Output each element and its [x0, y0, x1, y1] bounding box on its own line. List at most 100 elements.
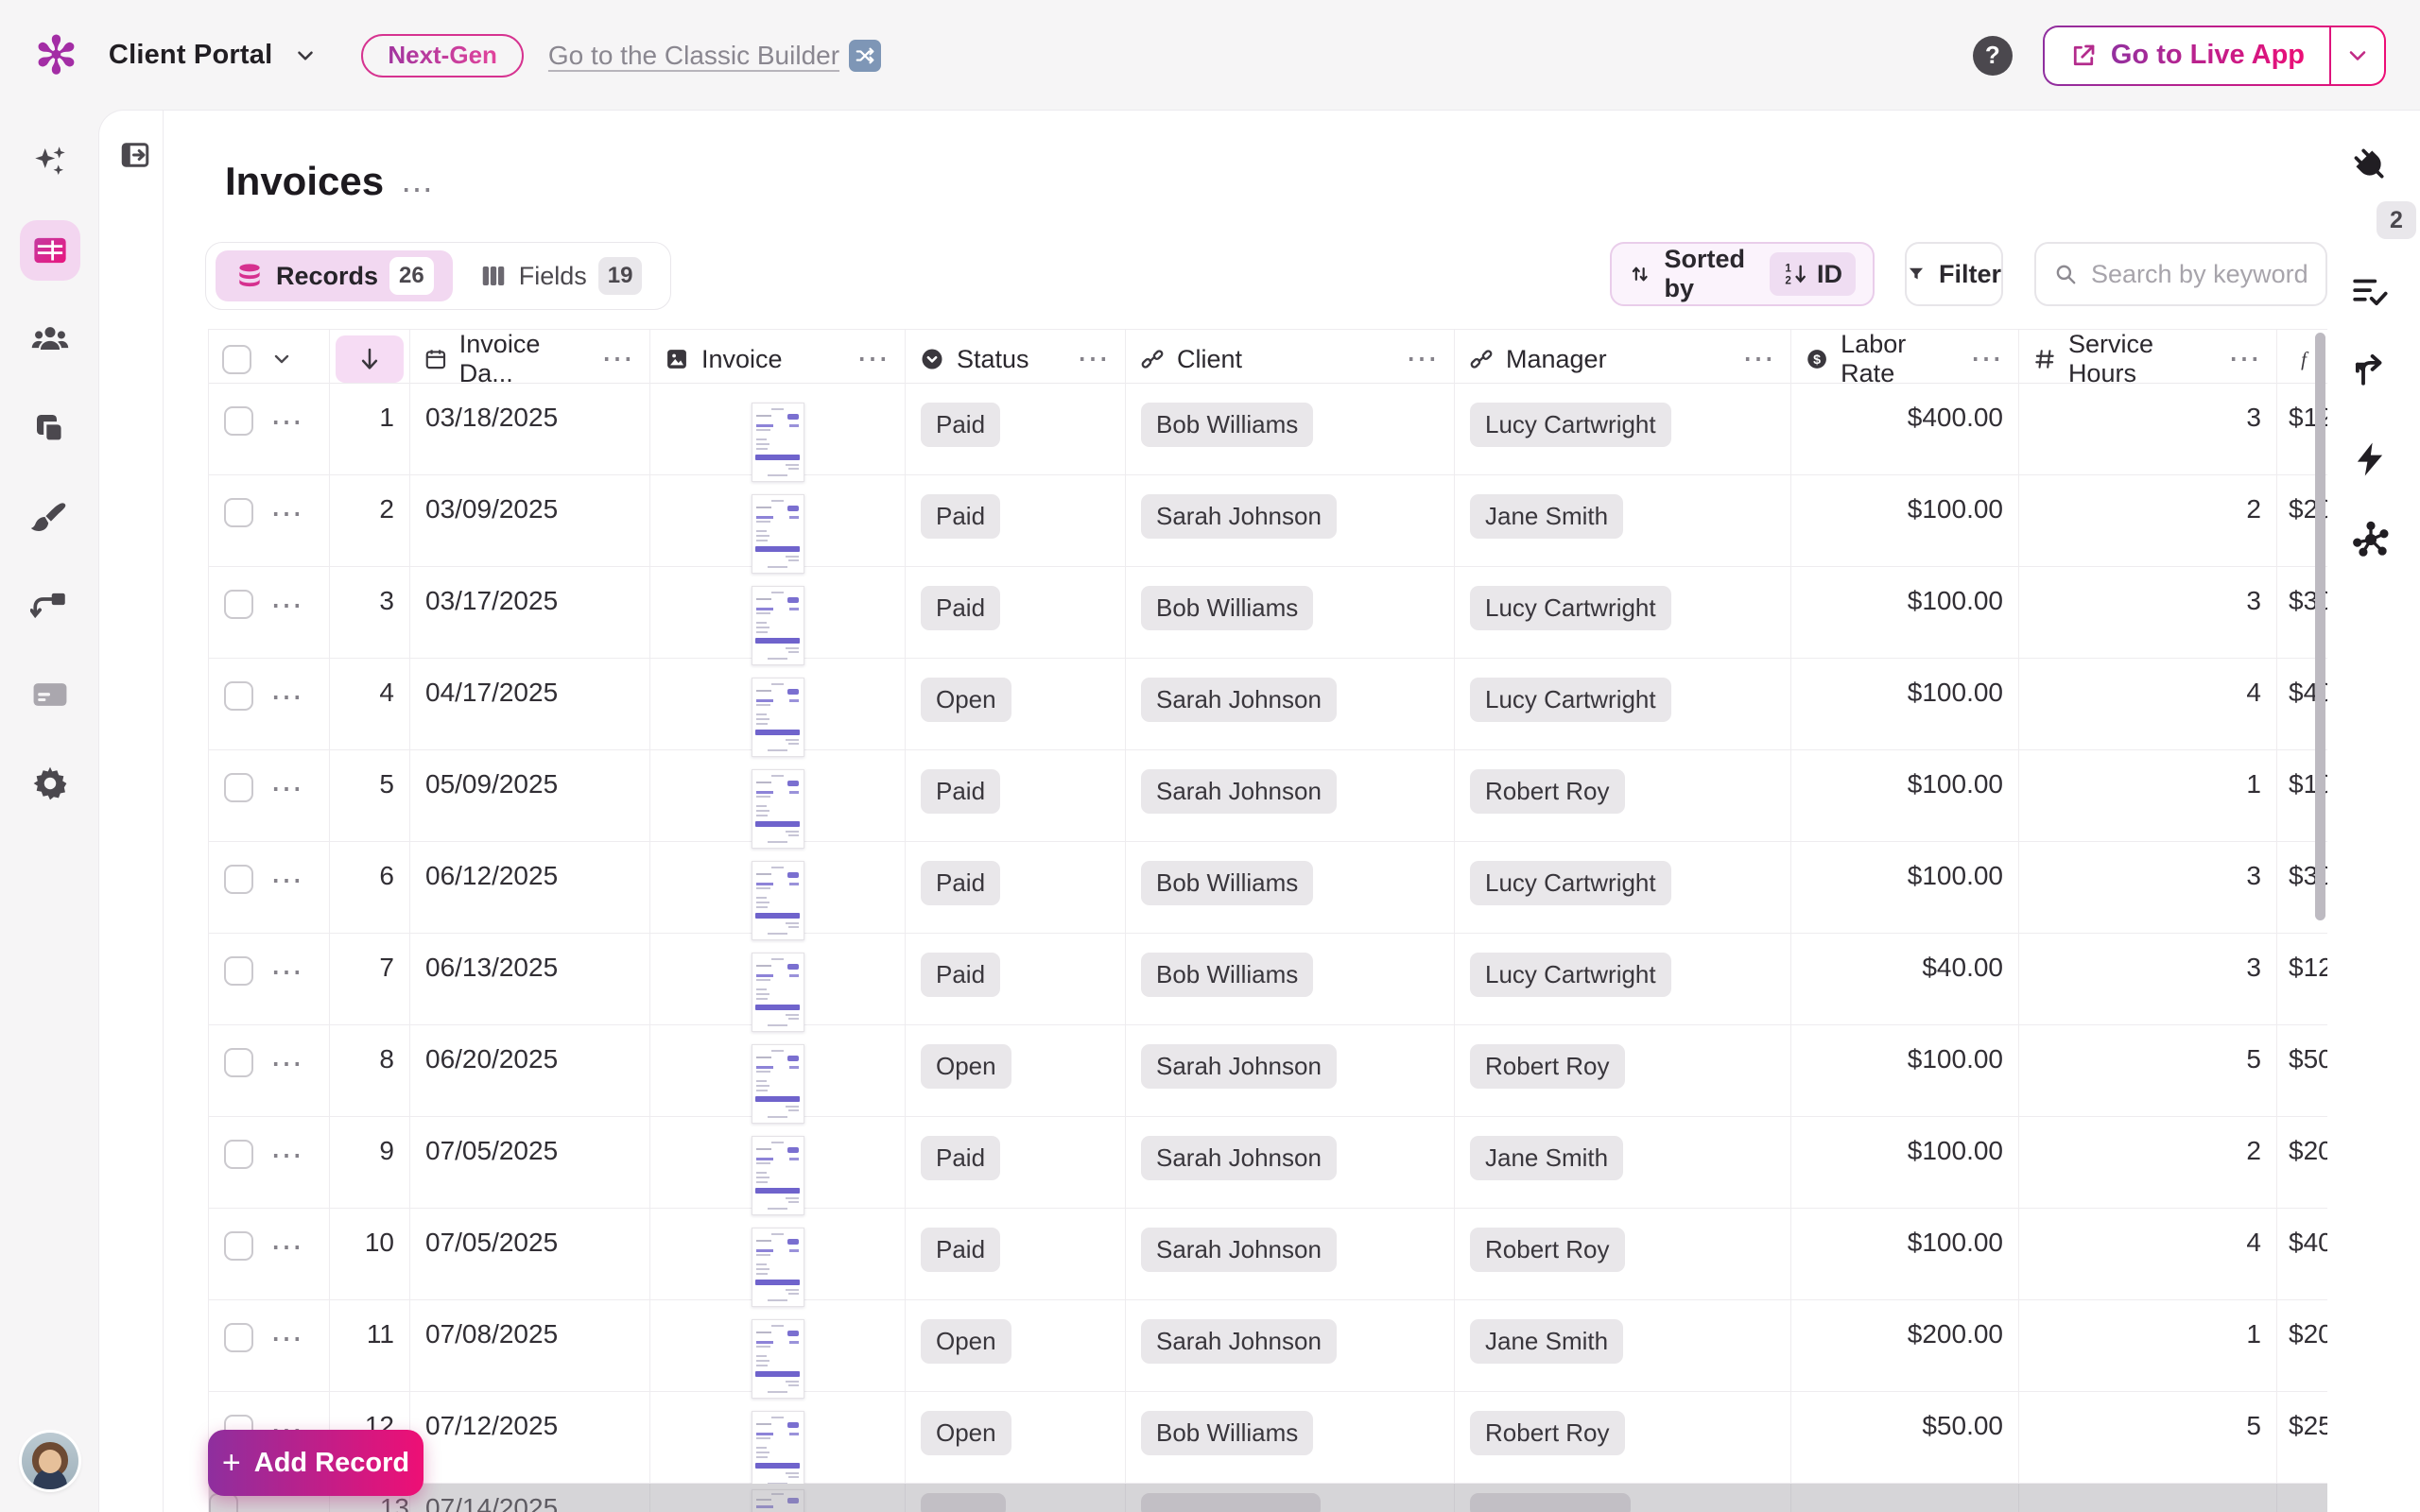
vertical-scrollbar[interactable] [2315, 333, 2325, 920]
table-row[interactable]: ⋯ 1 03/18/2025 Paid Bob Williams Lucy Ca… [209, 384, 2327, 475]
row-menu-button[interactable]: ⋯ [270, 406, 305, 438]
invoice-thumbnail[interactable] [752, 1136, 804, 1215]
sidebar-item-automations[interactable] [2350, 439, 2390, 479]
sparkles-icon [30, 142, 70, 181]
sidebar-item-billing[interactable] [20, 664, 80, 725]
row-menu-button[interactable]: ⋯ [270, 1140, 305, 1172]
row-checkbox[interactable] [224, 681, 253, 711]
tab-fields[interactable]: Fields 19 [460, 250, 662, 301]
row-checkbox[interactable] [224, 1140, 253, 1169]
page-menu-button[interactable]: ⋯ [401, 174, 436, 206]
search-input[interactable] [2091, 260, 2308, 289]
chevron-down-icon[interactable] [293, 43, 318, 68]
row-menu-button[interactable]: ⋯ [270, 681, 305, 713]
row-menu-button[interactable]: ⋯ [270, 865, 305, 897]
sidebar-item-ai[interactable] [20, 131, 80, 192]
image-icon [664, 346, 690, 372]
sidebar-item-network[interactable] [2350, 519, 2392, 560]
user-avatar[interactable] [22, 1433, 78, 1489]
table-row[interactable]: ⋯ 4 04/17/2025 Open Sarah Johnson Lucy C… [209, 659, 2327, 750]
search-box[interactable] [2034, 242, 2327, 306]
row-checkbox[interactable] [224, 590, 253, 619]
row-menu-button[interactable]: ⋯ [270, 956, 305, 988]
row-menu-button[interactable]: ⋯ [270, 1323, 305, 1355]
column-menu-button[interactable]: ⋯ [601, 343, 636, 375]
table-row[interactable]: ⋯ 8 06/20/2025 Open Sarah Johnson Robert… [209, 1025, 2327, 1117]
table-row[interactable]: ⋯ 12 07/12/2025 Open Bob Williams Robert… [209, 1392, 2327, 1484]
table-row[interactable]: ⋯ 9 07/05/2025 Paid Sarah Johnson Jane S… [209, 1117, 2327, 1209]
column-menu-button[interactable]: ⋯ [856, 343, 891, 375]
column-menu-button[interactable]: ⋯ [1077, 343, 1112, 375]
row-checkbox[interactable] [224, 498, 253, 527]
row-checkbox[interactable] [224, 1048, 253, 1077]
header-status[interactable]: Status ⋯ [906, 330, 1126, 388]
column-menu-button[interactable]: ⋯ [1406, 343, 1441, 375]
cell-labor-cost: $40 [2277, 1209, 2327, 1307]
sidebar-item-settings[interactable] [20, 753, 80, 814]
table-row[interactable]: ⋯ 2 03/09/2025 Paid Sarah Johnson Jane S… [209, 475, 2327, 567]
row-checkbox[interactable] [224, 1231, 253, 1261]
filter-button[interactable]: Filter [1905, 242, 2003, 306]
sidebar-item-theme[interactable] [20, 487, 80, 547]
header-client[interactable]: Client ⋯ [1126, 330, 1455, 388]
row-checkbox[interactable] [224, 956, 253, 986]
table-row[interactable]: ⋯ 10 07/05/2025 Paid Sarah Johnson Rober… [209, 1209, 2327, 1300]
table-row[interactable]: ⋯ 7 06/13/2025 Paid Bob Williams Lucy Ca… [209, 934, 2327, 1025]
invoice-thumbnail[interactable] [752, 861, 804, 940]
add-record-button[interactable]: + Add Record [208, 1430, 424, 1496]
header-service-hours[interactable]: Service Hours ⋯ [2019, 330, 2277, 388]
row-menu-button[interactable]: ⋯ [270, 773, 305, 805]
header-manager[interactable]: Manager ⋯ [1455, 330, 1791, 388]
client-pill: Sarah Johnson [1141, 678, 1337, 722]
invoice-thumbnail[interactable] [752, 1228, 804, 1307]
sorted-by-button[interactable]: Sorted by 12 ID [1610, 242, 1875, 306]
row-checkbox[interactable] [224, 1323, 253, 1352]
live-app-dropdown-button[interactable] [2331, 27, 2384, 84]
classic-builder-link[interactable]: Go to the Classic Builder [548, 40, 881, 72]
header-id-sorted[interactable] [330, 330, 410, 388]
row-menu-button[interactable]: ⋯ [270, 590, 305, 622]
invoice-thumbnail[interactable] [752, 494, 804, 574]
app-name[interactable]: Client Portal [109, 40, 272, 71]
sidebar-item-data[interactable] [20, 220, 80, 281]
numeric-sort-icon: 12 [1783, 261, 1809, 287]
select-all-checkbox[interactable] [222, 345, 251, 374]
table-row[interactable]: ⋯ 5 05/09/2025 Paid Sarah Johnson Robert… [209, 750, 2327, 842]
chevron-down-icon[interactable] [270, 348, 293, 370]
row-menu-button[interactable]: ⋯ [270, 1231, 305, 1263]
column-menu-button[interactable]: ⋯ [2228, 343, 2263, 375]
open-panel-button[interactable] [118, 138, 152, 172]
sidebar-item-connections[interactable] [2350, 349, 2390, 388]
tab-records[interactable]: Records 26 [216, 250, 453, 301]
sidebar-item-flows[interactable] [20, 576, 80, 636]
header-labor-rate[interactable]: $ Labor Rate ⋯ [1791, 330, 2019, 388]
sidebar-item-users[interactable] [20, 309, 80, 369]
row-menu-button[interactable]: ⋯ [270, 498, 305, 530]
table-row-partial[interactable]: 13 07/14/2025 [209, 1484, 2327, 1512]
table-row[interactable]: ⋯ 3 03/17/2025 Paid Bob Williams Lucy Ca… [209, 567, 2327, 659]
invoice-thumbnail[interactable] [752, 678, 804, 757]
row-checkbox[interactable] [224, 773, 253, 802]
row-checkbox[interactable] [224, 865, 253, 894]
sidebar-item-tasks[interactable] [2350, 271, 2390, 311]
column-menu-button[interactable]: ⋯ [1742, 343, 1777, 375]
invoice-thumbnail[interactable] [752, 953, 804, 1032]
column-menu-button[interactable]: ⋯ [1970, 343, 2005, 375]
invoice-thumbnail[interactable] [752, 1319, 804, 1399]
sidebar-item-integrations[interactable] [2350, 145, 2392, 186]
row-checkbox[interactable] [224, 406, 253, 436]
invoice-thumbnail[interactable] [752, 1044, 804, 1124]
invoice-thumbnail[interactable] [752, 1411, 804, 1490]
table-row[interactable]: ⋯ 11 07/08/2025 Open Sarah Johnson Jane … [209, 1300, 2327, 1392]
header-invoice-date[interactable]: Invoice Da... ⋯ [410, 330, 650, 388]
table-row[interactable]: ⋯ 6 06/12/2025 Paid Bob Williams Lucy Ca… [209, 842, 2327, 934]
header-invoice[interactable]: Invoice ⋯ [650, 330, 906, 388]
invoice-thumbnail[interactable] [752, 586, 804, 665]
invoice-thumbnail[interactable] [752, 403, 804, 482]
go-to-live-app-button[interactable]: Go to Live App [2045, 27, 2329, 84]
invoice-thumbnail[interactable] [752, 769, 804, 849]
row-menu-button[interactable]: ⋯ [270, 1048, 305, 1080]
help-button[interactable]: ? [1973, 36, 2013, 76]
client-pill: Sarah Johnson [1141, 1319, 1337, 1364]
sidebar-item-pages[interactable] [20, 398, 80, 458]
